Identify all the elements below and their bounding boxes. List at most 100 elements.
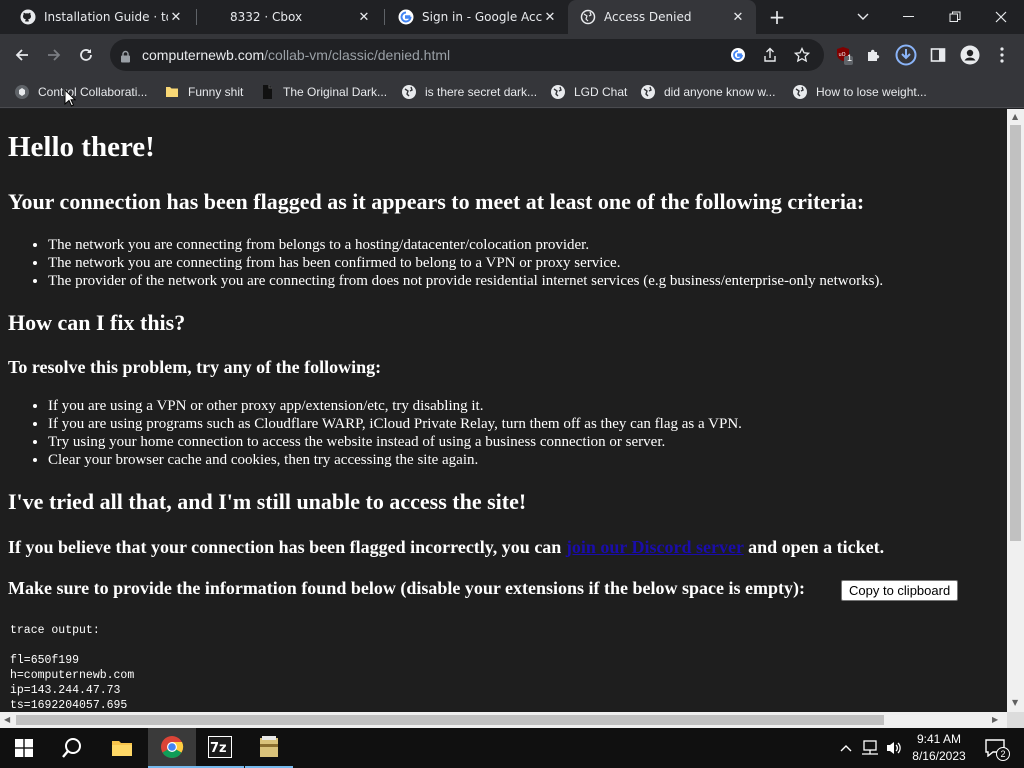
close-tab-icon[interactable]: ✕	[730, 9, 746, 25]
network-icon[interactable]	[860, 738, 880, 758]
google-lens-icon[interactable]	[726, 43, 750, 67]
tab-separator	[196, 9, 197, 25]
scroll-right-arrow-icon[interactable]: ▶	[992, 715, 998, 724]
globe-icon	[640, 84, 656, 100]
page-title: Hello there!	[8, 131, 155, 163]
bookmark-label: did anyone know w...	[664, 85, 776, 99]
bookmark-lgd-chat[interactable]: LGD Chat	[550, 80, 627, 104]
search-icon	[62, 738, 81, 758]
tab-search-icon[interactable]	[840, 0, 886, 34]
address-bar[interactable]: computernewb.com/collab-vm/classic/denie…	[110, 39, 824, 71]
flagged-heading: Your connection has been flagged as it a…	[8, 189, 865, 214]
mouse-cursor-icon	[64, 88, 77, 111]
tab-cbox[interactable]: 8332 · Cbox ✕	[198, 0, 382, 34]
minimize-button[interactable]	[886, 0, 932, 34]
tab-title: Installation Guide · tor2	[44, 10, 168, 24]
menu-kebab-icon[interactable]	[990, 43, 1014, 67]
list-item: The network you are connecting from has …	[48, 254, 883, 272]
bookmark-star-icon[interactable]	[790, 43, 814, 67]
copy-to-clipboard-button[interactable]: Copy to clipboard	[841, 580, 959, 601]
bookmark-control-collaboration[interactable]: Control Collaborati...	[14, 80, 147, 104]
url-path: /collab-vm/classic/denied.html	[264, 47, 451, 63]
close-window-button[interactable]	[978, 0, 1024, 34]
vertical-scroll-thumb[interactable]	[1010, 125, 1021, 541]
bookmark-lose-weight[interactable]: How to lose weight...	[792, 80, 927, 104]
show-hidden-icons-chevron-icon[interactable]	[836, 738, 856, 758]
trace-output: trace output: fl=650f199 h=computernewb.…	[10, 624, 135, 712]
lock-icon[interactable]	[120, 48, 131, 67]
bookmarks-bar: Control Collaborati... Funny shit The Or…	[0, 76, 1024, 108]
download-icon[interactable]	[894, 43, 918, 67]
list-item: If you are using programs such as Cloudf…	[48, 415, 742, 433]
list-item: If you are using a VPN or other proxy ap…	[48, 397, 742, 415]
extension-badge: 1	[847, 53, 853, 63]
tab-access-denied[interactable]: Access Denied ✕	[568, 0, 756, 34]
provide-info-text: Make sure to provide the information fou…	[8, 578, 806, 598]
vertical-scrollbar[interactable]: ▲ ▼	[1007, 109, 1024, 712]
scroll-up-arrow-icon[interactable]: ▲	[1012, 112, 1018, 121]
restore-button[interactable]	[932, 0, 978, 34]
scroll-left-arrow-icon[interactable]: ◀	[4, 715, 10, 724]
close-tab-icon[interactable]: ✕	[542, 9, 558, 25]
new-tab-button[interactable]: +	[764, 5, 790, 29]
list-item: Clear your browser cache and cookies, th…	[48, 451, 742, 469]
tab-strip: Installation Guide · tor2 ✕ 8332 · Cbox …	[0, 0, 1024, 34]
flagged-incorrectly-text: If you believe that your connection has …	[8, 537, 884, 558]
action-center-button[interactable]: 2	[982, 738, 1010, 761]
bookmark-original-dark[interactable]: The Original Dark...	[259, 80, 387, 104]
tab-installation-guide[interactable]: Installation Guide · tor2 ✕	[8, 0, 194, 34]
url-text: computernewb.com/collab-vm/classic/denie…	[142, 47, 450, 63]
scroll-down-arrow-icon[interactable]: ▼	[1012, 698, 1018, 707]
horizontal-scroll-thumb[interactable]	[16, 715, 884, 725]
bookmark-funny-shit[interactable]: Funny shit	[164, 80, 243, 104]
close-tab-icon[interactable]: ✕	[168, 9, 184, 25]
tab-title: 8332 · Cbox	[230, 10, 303, 24]
globe-icon	[550, 84, 566, 100]
vm-icon	[14, 84, 30, 100]
globe-icon	[401, 84, 417, 100]
list-item: Try using your home connection to access…	[48, 433, 742, 451]
share-icon[interactable]	[758, 43, 782, 67]
back-button[interactable]	[8, 41, 36, 69]
reload-button[interactable]	[72, 41, 100, 69]
bookmark-did-anyone-know[interactable]: did anyone know w...	[640, 80, 775, 104]
volume-icon[interactable]	[884, 738, 904, 758]
installer-taskbar-button[interactable]	[245, 728, 293, 768]
taskbar-clock[interactable]: 9:41 AM 8/16/2023	[906, 731, 972, 765]
scrollbar-corner	[1007, 712, 1024, 728]
7zip-icon: 7z	[208, 736, 232, 758]
browser-toolbar: computernewb.com/collab-vm/classic/denie…	[0, 34, 1024, 76]
fixes-list: If you are using a VPN or other proxy ap…	[32, 397, 742, 469]
discord-link[interactable]: join our Discord server	[566, 537, 744, 557]
criteria-list: The network you are connecting from belo…	[32, 236, 883, 290]
ublock-icon[interactable]: uO 1	[832, 43, 856, 67]
start-button[interactable]	[0, 728, 48, 768]
tab-separator	[384, 9, 385, 25]
7zip-taskbar-button[interactable]: 7z	[196, 728, 244, 768]
tab-title: Sign in - Google Accou	[422, 10, 542, 24]
bookmark-label: Control Collaborati...	[38, 85, 148, 99]
bookmark-label: The Original Dark...	[283, 85, 388, 99]
bookmark-label: How to lose weight...	[816, 85, 927, 99]
file-explorer-button[interactable]	[98, 728, 146, 768]
list-item: The provider of the network you are conn…	[48, 272, 883, 290]
forward-button[interactable]	[40, 41, 68, 69]
windows-logo-icon	[15, 739, 33, 757]
horizontal-scrollbar[interactable]: ◀ ▶	[0, 712, 1007, 728]
windows-taskbar: 7z 9:41 AM 8/16/2023 2	[0, 728, 1024, 768]
bookmark-secret-dark[interactable]: is there secret dark...	[401, 80, 537, 104]
globe-icon	[792, 84, 808, 100]
bookmark-label: is there secret dark...	[425, 85, 538, 99]
profile-avatar-icon[interactable]	[958, 43, 982, 67]
list-item: The network you are connecting from belo…	[48, 236, 883, 254]
close-tab-icon[interactable]: ✕	[356, 9, 372, 25]
extensions-puzzle-icon[interactable]	[862, 43, 886, 67]
resolve-heading: To resolve this problem, try any of the …	[8, 357, 382, 377]
tried-heading: I've tried all that, and I'm still unabl…	[8, 489, 527, 514]
chrome-taskbar-button[interactable]	[148, 728, 196, 768]
tab-google-signin[interactable]: Sign in - Google Accou ✕	[386, 0, 568, 34]
search-button[interactable]	[48, 728, 96, 768]
github-icon	[20, 9, 36, 25]
chrome-icon	[161, 736, 184, 758]
side-panel-icon[interactable]	[926, 43, 950, 67]
